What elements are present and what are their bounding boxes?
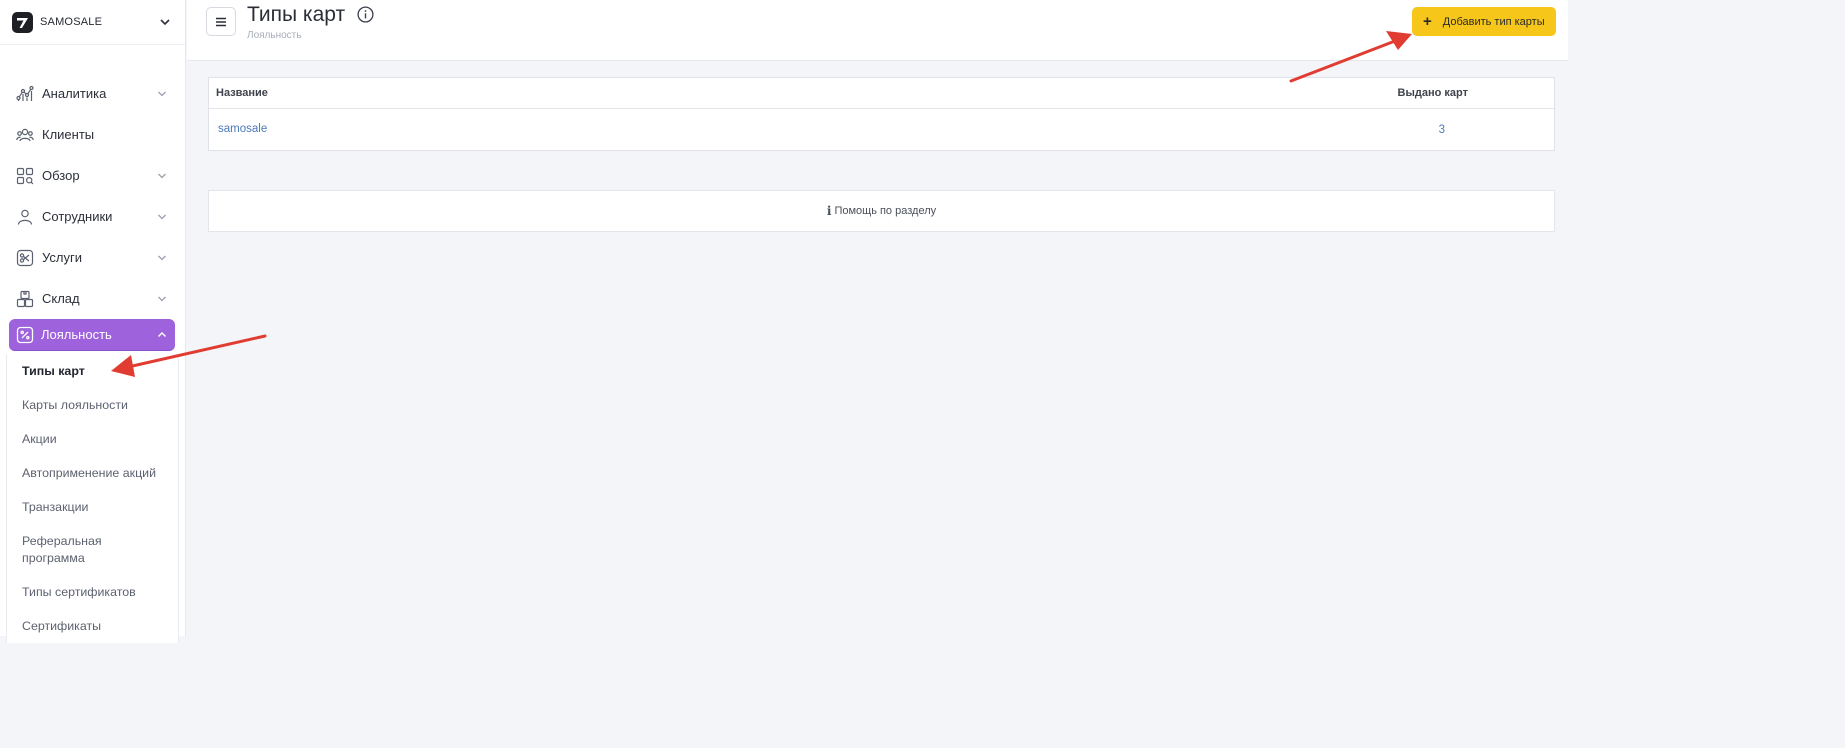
grid-search-icon [16, 167, 34, 185]
breadcrumb[interactable]: Лояльность [247, 30, 301, 41]
nav-label: Аналитика [42, 86, 107, 101]
page-title: Типы карт [247, 3, 346, 26]
submenu-item-transactions[interactable]: Транзакции [7, 490, 178, 524]
nav-item-services[interactable]: Услуги [0, 237, 185, 278]
submenu-item-referral[interactable]: Реферальная программа [7, 524, 117, 575]
scissors-icon [16, 249, 34, 267]
submenu-item-loyalty-cards[interactable]: Карты лояльности [7, 388, 178, 422]
sidebar: SAMOSALE Аналитика Клиенты Обзор Сотрудн… [0, 0, 186, 643]
loyalty-submenu: Типы карт Карты лояльности Акции Автопри… [6, 354, 179, 643]
table-header: Название Выдано карт [209, 78, 1554, 109]
users-icon [16, 126, 34, 144]
chevron-down-icon[interactable] [159, 16, 171, 28]
percent-icon [16, 326, 34, 344]
column-header-name[interactable]: Название [216, 87, 268, 99]
chevron-up-icon [158, 331, 166, 337]
chevron-down-icon [158, 91, 166, 96]
person-icon [16, 208, 34, 226]
chevron-down-icon [158, 173, 166, 178]
plus-icon: + [1423, 13, 1432, 30]
submenu-item-certificate-types[interactable]: Типы сертификатов [7, 575, 178, 609]
main-nav: Аналитика Клиенты Обзор Сотрудники Услуг… [0, 45, 185, 643]
info-icon[interactable] [357, 6, 374, 23]
card-type-name-link[interactable]: samosale [218, 123, 267, 135]
add-card-type-button[interactable]: + Добавить тип карты [1412, 7, 1556, 36]
chevron-down-icon [158, 296, 166, 301]
samosale-logo-icon [12, 11, 33, 33]
page-header: Типы карт Лояльность + Добавить тип карт… [187, 0, 1568, 61]
chart-icon [16, 85, 34, 103]
nav-item-overview[interactable]: Обзор [0, 155, 185, 196]
card-types-table: Название Выдано карт samosale 3 [208, 77, 1555, 151]
chevron-down-icon [158, 214, 166, 219]
section-help-label: Помощь по разделу [834, 205, 937, 217]
nav-item-loyalty[interactable]: Лояльность [9, 319, 175, 350]
chevron-down-icon [158, 255, 166, 260]
add-card-type-label: Добавить тип карты [1442, 15, 1545, 28]
nav-label: Обзор [42, 168, 80, 183]
column-header-issued[interactable]: Выдано карт [1398, 87, 1468, 99]
nav-label: Склад [42, 291, 80, 306]
nav-label: Клиенты [42, 127, 95, 142]
menu-toggle-button[interactable] [206, 7, 236, 36]
submenu-item-card-types[interactable]: Типы карт [7, 354, 178, 388]
nav-label: Услуги [42, 250, 82, 265]
nav-item-analytics[interactable]: Аналитика [0, 73, 185, 114]
nav-label: Сотрудники [42, 209, 113, 224]
nav-item-warehouse[interactable]: Склад [0, 278, 185, 319]
table-row: samosale 3 [209, 109, 1554, 151]
brand-name: SAMOSALE [40, 16, 103, 28]
info-icon: i [826, 204, 832, 218]
boxes-icon [16, 290, 34, 308]
section-help-button[interactable]: i Помощь по разделу [208, 190, 1555, 232]
nav-item-clients[interactable]: Клиенты [0, 114, 185, 155]
brand-switcher[interactable]: SAMOSALE [0, 0, 185, 45]
submenu-item-certificates[interactable]: Сертификаты [7, 609, 178, 643]
submenu-item-auto-promotions[interactable]: Автоприменение акций [7, 456, 178, 490]
submenu-item-promotions[interactable]: Акции [7, 422, 178, 456]
nav-label: Лояльность [41, 327, 112, 342]
nav-item-staff[interactable]: Сотрудники [0, 196, 185, 237]
issued-count: 3 [1438, 124, 1445, 136]
hamburger-icon [216, 17, 226, 26]
